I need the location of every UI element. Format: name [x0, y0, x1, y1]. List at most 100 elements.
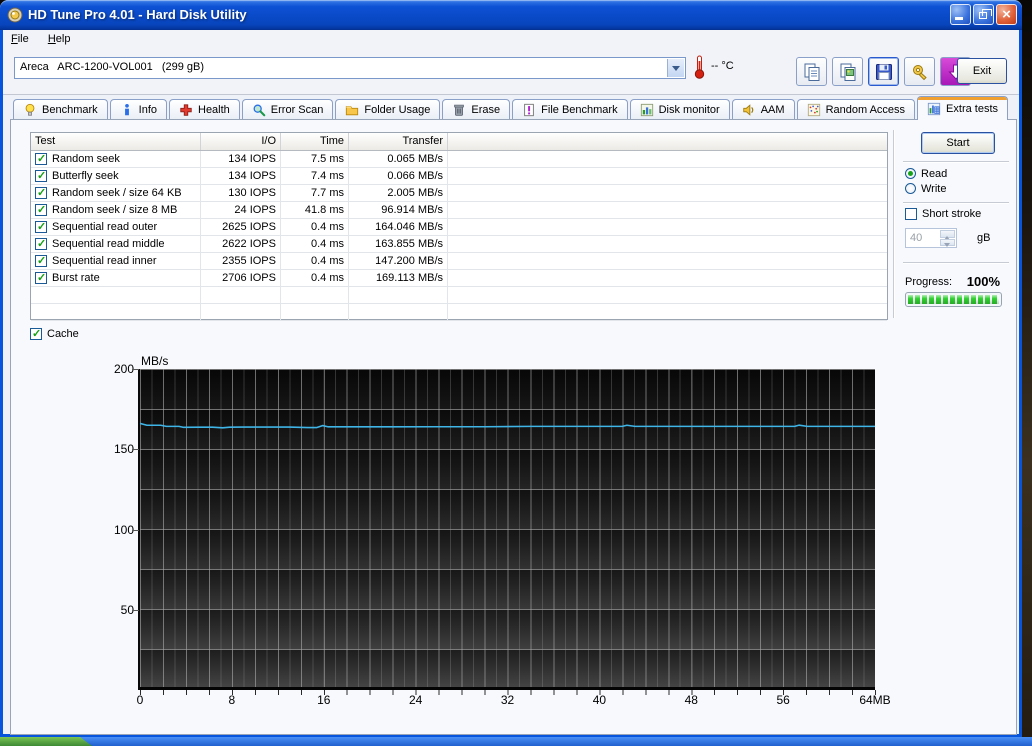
table-row[interactable]: Butterfly seek 134 IOPS 7.4 ms 0.066 MB/… [31, 168, 887, 185]
io-value: 134 IOPS [201, 168, 281, 184]
transfer-value: 147.200 MB/s [349, 253, 448, 269]
minimize-icon [955, 17, 963, 20]
write-radio-row[interactable]: Write [905, 182, 946, 195]
copy-image-button[interactable] [832, 57, 863, 86]
io-value: 24 IOPS [201, 202, 281, 218]
save-button[interactable] [868, 57, 899, 86]
test-name: Sequential read inner [52, 255, 157, 267]
progress-value: 100% [966, 274, 1000, 289]
desktop: HD Tune Pro 4.01 - Hard Disk Utility × F… [0, 0, 1032, 746]
menu-file[interactable]: File [3, 30, 37, 47]
table-row[interactable] [31, 287, 887, 304]
cache-row[interactable]: Cache [30, 327, 79, 340]
table-row[interactable]: Random seek / size 64 KB 130 IOPS 7.7 ms… [31, 185, 887, 202]
row-checkbox[interactable] [35, 169, 47, 182]
cache-checkbox[interactable] [30, 327, 42, 340]
tab-random-access[interactable]: Random Access [796, 99, 916, 120]
tab-aam[interactable]: AAM [731, 99, 795, 120]
tab-folder-usage[interactable]: Folder Usage [335, 99, 441, 120]
time-value [281, 287, 349, 303]
tab-extra-tests[interactable]: Extra tests [917, 96, 1009, 120]
progress-bar-fill [908, 295, 999, 304]
x-tick-label: 16 [317, 693, 331, 707]
extra-tests-icon [927, 102, 941, 115]
test-results-table: Test I/O Time Transfer Random seek 134 I… [30, 132, 888, 321]
table-row[interactable]: Sequential read outer 2625 IOPS 0.4 ms 1… [31, 219, 887, 236]
minimize-button[interactable] [950, 4, 971, 25]
separator [903, 262, 1009, 264]
cache-transfer-chart [140, 369, 875, 690]
io-value [201, 304, 281, 320]
transfer-value: 96.914 MB/s [349, 202, 448, 218]
title-bar[interactable]: HD Tune Pro 4.01 - Hard Disk Utility × [0, 0, 1022, 30]
table-row[interactable]: Sequential read middle 2622 IOPS 0.4 ms … [31, 236, 887, 253]
app-window: HD Tune Pro 4.01 - Hard Disk Utility × F… [0, 0, 1022, 737]
table-row[interactable]: Sequential read inner 2355 IOPS 0.4 ms 1… [31, 253, 887, 270]
aam-icon [743, 104, 754, 116]
io-value: 130 IOPS [201, 185, 281, 201]
chart-line-series [140, 422, 875, 429]
row-checkbox[interactable] [35, 271, 47, 284]
short-stroke-row[interactable]: Short stroke [905, 207, 981, 220]
row-checkbox[interactable] [35, 152, 47, 165]
close-button[interactable]: × [996, 4, 1017, 25]
size-spinner[interactable]: 40 [905, 228, 957, 248]
window-title: HD Tune Pro 4.01 - Hard Disk Utility [28, 7, 247, 22]
tab-info[interactable]: Info [109, 99, 167, 120]
x-tick-label: 32 [500, 693, 515, 707]
x-tick-label: 8 [228, 693, 236, 707]
table-row[interactable]: Burst rate 2706 IOPS 0.4 ms 169.113 MB/s [31, 270, 887, 287]
chevron-down-icon[interactable] [667, 59, 684, 77]
row-checkbox[interactable] [35, 254, 47, 267]
tab-erase[interactable]: Erase [442, 99, 511, 120]
column-header-test[interactable]: Test [31, 133, 201, 150]
error-scan-icon [253, 104, 266, 117]
menu-help[interactable]: Help [40, 30, 79, 47]
row-checkbox[interactable] [35, 203, 47, 216]
cache-label: Cache [47, 327, 79, 340]
row-checkbox[interactable] [35, 220, 47, 233]
erase-icon [454, 104, 465, 116]
taskbar[interactable] [0, 737, 1032, 746]
tab-health[interactable]: Health [169, 99, 240, 120]
test-name: Random seek [52, 153, 120, 165]
table-row[interactable]: Random seek / size 8 MB 24 IOPS 41.8 ms … [31, 202, 887, 219]
table-header: Test I/O Time Transfer [31, 133, 887, 151]
tab-file-benchmark[interactable]: File Benchmark [512, 99, 628, 120]
thermometer-icon [694, 55, 705, 79]
spinner-down-icon[interactable] [940, 238, 955, 246]
tab-benchmark[interactable]: Benchmark [13, 99, 108, 120]
row-checkbox[interactable] [35, 237, 47, 250]
spinner-up-icon[interactable] [940, 230, 955, 240]
tab-error-scan[interactable]: Error Scan [241, 99, 334, 120]
column-header-time[interactable]: Time [281, 133, 349, 150]
start-menu-button[interactable] [0, 737, 92, 746]
read-radio-row[interactable]: Read [905, 167, 947, 180]
exit-button[interactable]: Exit [957, 58, 1007, 84]
random-access-icon [807, 103, 820, 117]
read-radio[interactable] [905, 168, 916, 179]
folder-usage-icon [346, 106, 359, 116]
column-header-io[interactable]: I/O [201, 133, 281, 150]
table-row[interactable] [31, 304, 887, 321]
health-icon [180, 104, 192, 116]
tab-disk-monitor[interactable]: Disk monitor [629, 99, 730, 120]
options-icon [912, 64, 927, 80]
drive-selector[interactable]: Areca ARC-1200-VOL001 (299 gB) [14, 57, 686, 79]
table-row[interactable]: Random seek 134 IOPS 7.5 ms 0.065 MB/s [31, 151, 887, 168]
column-header-transfer[interactable]: Transfer [349, 133, 448, 150]
tab-strip: Benchmark Info Health Error Scan Folder … [13, 96, 1009, 120]
row-checkbox[interactable] [35, 186, 47, 199]
write-radio[interactable] [905, 183, 916, 194]
options-button[interactable] [904, 57, 935, 86]
x-tick-label: 40 [592, 693, 607, 707]
y-tick-mark [132, 449, 139, 451]
separator [903, 161, 1009, 163]
y-tick-label: 150 [113, 442, 134, 457]
copy-text-button[interactable] [796, 57, 827, 86]
restore-button[interactable] [973, 4, 994, 25]
start-button[interactable]: Start [921, 132, 995, 154]
copy-text-icon [804, 63, 819, 81]
short-stroke-checkbox[interactable] [905, 207, 917, 220]
test-name: Sequential read middle [52, 238, 165, 250]
